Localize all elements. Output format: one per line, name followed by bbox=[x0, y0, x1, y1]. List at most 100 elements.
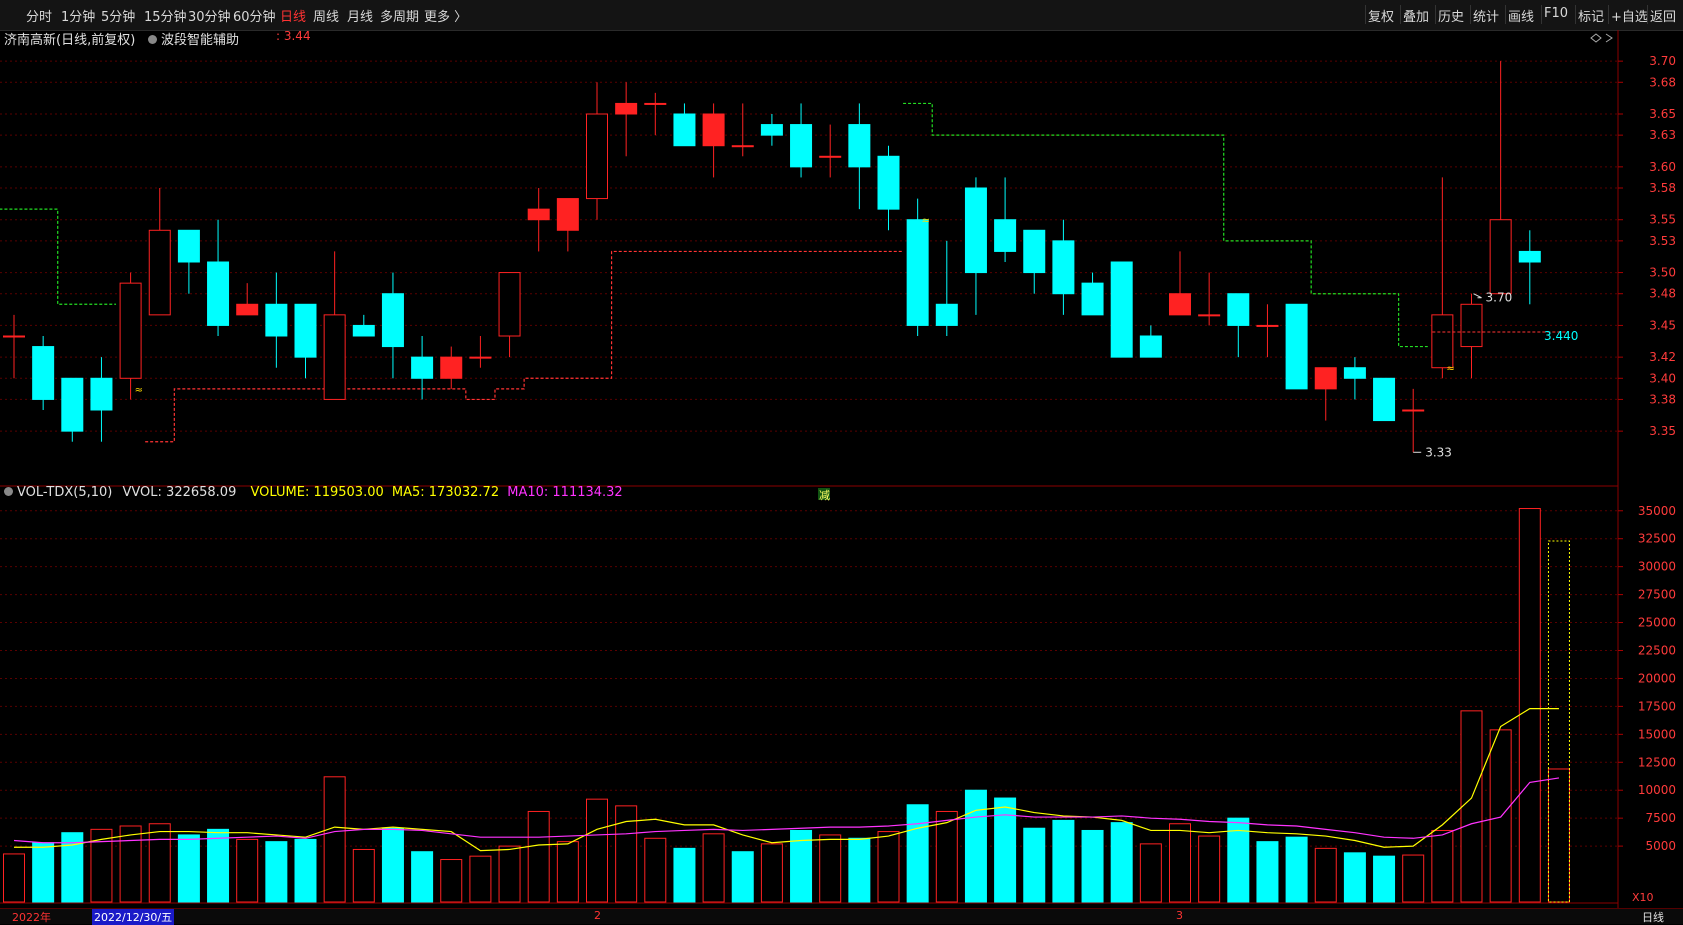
volume-bar[interactable] bbox=[527, 810, 550, 903]
volume-bar[interactable] bbox=[3, 853, 25, 903]
volume-bar[interactable] bbox=[1023, 827, 1046, 903]
volume-bar[interactable] bbox=[32, 842, 55, 903]
candle-body[interactable] bbox=[1373, 377, 1396, 422]
candle-body[interactable] bbox=[352, 324, 375, 337]
candle-body[interactable] bbox=[731, 145, 754, 148]
volume-bar[interactable] bbox=[702, 833, 725, 903]
volume-bar[interactable] bbox=[994, 797, 1017, 903]
volume-bar[interactable] bbox=[1052, 819, 1075, 903]
candle-body[interactable] bbox=[760, 124, 783, 136]
candle-body[interactable] bbox=[1460, 303, 1483, 348]
candle-body[interactable] bbox=[90, 377, 113, 411]
candle-body[interactable] bbox=[1139, 335, 1162, 358]
diamond-icon[interactable] bbox=[1590, 33, 1602, 43]
volume-bar[interactable] bbox=[236, 838, 259, 903]
volume-bar[interactable] bbox=[935, 810, 958, 903]
candle-body[interactable] bbox=[1343, 367, 1366, 379]
candle-body[interactable] bbox=[1052, 240, 1075, 295]
candle-body[interactable] bbox=[790, 124, 813, 168]
candle-body[interactable] bbox=[586, 113, 608, 200]
volume-bar[interactable] bbox=[498, 845, 521, 903]
candle-body[interactable] bbox=[556, 198, 579, 231]
volume-bar[interactable] bbox=[381, 827, 404, 903]
candle-body[interactable] bbox=[32, 346, 55, 400]
candle-body[interactable] bbox=[498, 272, 521, 337]
kline-chart[interactable]: 3.70 3.68 3.65 3.63 3.60 3.58 3.55 3.53 3.50 3.48… bbox=[0, 0, 1683, 923]
volume-bar[interactable] bbox=[586, 798, 608, 903]
volume-bar[interactable] bbox=[1081, 829, 1104, 903]
candle-body[interactable] bbox=[1285, 303, 1308, 390]
volume-bar[interactable] bbox=[1431, 829, 1454, 903]
candle-body[interactable] bbox=[265, 303, 288, 337]
volume-bar[interactable] bbox=[848, 837, 871, 903]
candle-body[interactable] bbox=[1023, 229, 1046, 274]
candle-body[interactable] bbox=[440, 356, 463, 379]
volume-bar[interactable] bbox=[673, 847, 696, 903]
candle-body[interactable] bbox=[1489, 219, 1512, 295]
volume-bar[interactable] bbox=[294, 838, 317, 903]
volume-bar[interactable] bbox=[440, 859, 463, 903]
candle-body[interactable] bbox=[1256, 324, 1279, 327]
volume-bar[interactable] bbox=[1256, 841, 1279, 903]
candle-body[interactable] bbox=[381, 293, 404, 348]
candle-body[interactable] bbox=[61, 377, 84, 432]
candle-body[interactable] bbox=[177, 229, 200, 263]
candle-body[interactable] bbox=[702, 113, 725, 147]
volume-bar[interactable] bbox=[877, 831, 900, 903]
candle-body[interactable] bbox=[1402, 409, 1425, 412]
candle-body[interactable] bbox=[469, 356, 492, 359]
volume-bar[interactable] bbox=[1518, 508, 1541, 903]
volume-bar[interactable] bbox=[1314, 847, 1337, 903]
volume-bar[interactable] bbox=[1198, 835, 1221, 903]
candle-body[interactable] bbox=[1314, 367, 1337, 390]
volume-bar[interactable] bbox=[1139, 843, 1162, 903]
candle-body[interactable] bbox=[615, 102, 638, 115]
candle-body[interactable] bbox=[848, 124, 871, 168]
candle-body[interactable] bbox=[207, 261, 230, 326]
volume-bar[interactable] bbox=[556, 841, 579, 903]
volume-bar[interactable] bbox=[1343, 852, 1366, 903]
candle-body[interactable] bbox=[527, 208, 550, 221]
candle-body[interactable] bbox=[644, 102, 667, 105]
volume-bar[interactable] bbox=[1285, 836, 1308, 903]
volume-bar[interactable] bbox=[731, 851, 754, 903]
candle-body[interactable] bbox=[3, 335, 25, 338]
volume-bar[interactable] bbox=[1489, 729, 1512, 903]
candle-body[interactable] bbox=[1518, 250, 1541, 263]
volume-bar[interactable] bbox=[760, 843, 783, 903]
candle-body[interactable] bbox=[294, 303, 317, 358]
volume-bar[interactable] bbox=[469, 855, 492, 903]
volume-bar[interactable] bbox=[1402, 854, 1425, 903]
candle-body[interactable] bbox=[1431, 314, 1454, 369]
candle-body[interactable] bbox=[1110, 261, 1133, 358]
candle-body[interactable] bbox=[819, 155, 842, 158]
volume-bar[interactable] bbox=[265, 841, 288, 903]
chevron-right-icon[interactable] bbox=[1605, 33, 1613, 43]
volume-bar[interactable] bbox=[1460, 710, 1483, 903]
candle-body[interactable] bbox=[964, 187, 987, 274]
candle-body[interactable] bbox=[877, 155, 900, 210]
volume-bar[interactable] bbox=[411, 851, 434, 903]
volume-bar[interactable] bbox=[1373, 855, 1396, 903]
gear-icon[interactable] bbox=[4, 487, 13, 496]
volume-bar[interactable] bbox=[1110, 822, 1133, 903]
volume-bar[interactable] bbox=[1547, 768, 1570, 903]
volume-bar[interactable] bbox=[177, 834, 200, 903]
volume-bar[interactable] bbox=[323, 776, 346, 903]
volume-bar[interactable] bbox=[615, 805, 638, 903]
candle-body[interactable] bbox=[994, 219, 1017, 252]
candle-body[interactable] bbox=[148, 229, 171, 316]
volume-bar[interactable] bbox=[1169, 823, 1191, 903]
volume-bar[interactable] bbox=[207, 828, 230, 903]
candle-body[interactable] bbox=[906, 219, 929, 326]
candle-body[interactable] bbox=[236, 303, 259, 316]
candle-body[interactable] bbox=[1227, 293, 1250, 326]
candle-body[interactable] bbox=[673, 113, 696, 147]
volume-bar[interactable] bbox=[119, 825, 142, 903]
candle-body[interactable] bbox=[1198, 314, 1221, 317]
volume-bar[interactable] bbox=[906, 804, 929, 903]
candle-body[interactable] bbox=[119, 282, 142, 379]
volume-bar[interactable] bbox=[352, 848, 375, 903]
candle-body[interactable] bbox=[323, 314, 346, 400]
volume-bar[interactable] bbox=[819, 834, 842, 903]
